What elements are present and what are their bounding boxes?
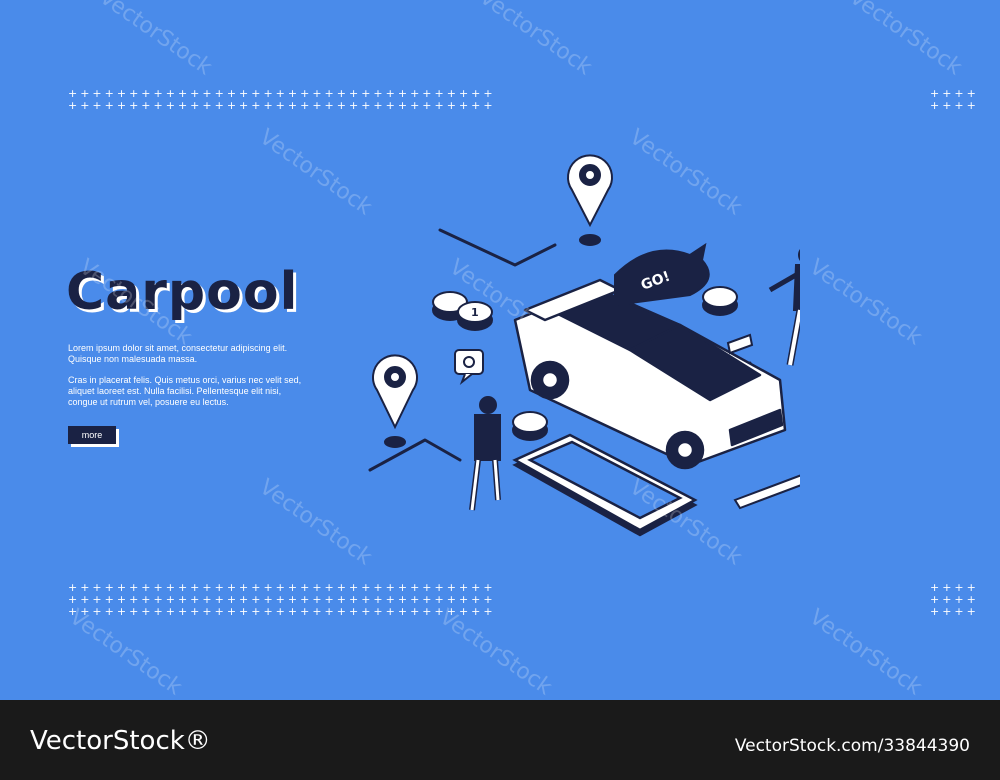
car-icon xyxy=(513,278,787,470)
svg-text:1: 1 xyxy=(471,306,479,319)
dots-bottom-left: +++++++++++++++++++++++++++++++++++ +++++… xyxy=(68,581,496,618)
map-pin-icon-left xyxy=(372,354,418,448)
dots-top-left: +++++++++++++++++++++++++++++++++++ +++++… xyxy=(68,87,496,112)
landing-page: +++++++++++++++++++++++++++++++++++ +++++… xyxy=(0,0,1000,780)
route-path-left xyxy=(368,438,462,472)
dots-bottom-right: ++++ ++++ ++++ xyxy=(930,581,979,618)
go-speech-bubble: GO! xyxy=(614,242,710,307)
watermark: VectorStock xyxy=(64,604,187,701)
footer-image-id: VectorStock.com/33844390 xyxy=(734,736,970,756)
watermark: VectorStock xyxy=(474,0,597,81)
map-pin-icon-top xyxy=(567,154,613,246)
watermark: VectorStock xyxy=(804,604,927,701)
watermark: VectorStock xyxy=(434,604,557,701)
passenger-figure-right xyxy=(768,249,800,366)
footer-bar: VectorStock® VectorStock.com/33844390 xyxy=(0,700,1000,780)
watermark: VectorStock xyxy=(844,0,967,81)
passenger-figure-left xyxy=(469,396,501,511)
watermark: VectorStock xyxy=(94,0,217,81)
dots-top-right: ++++ ++++ xyxy=(930,87,979,112)
watermark: VectorStock xyxy=(804,254,927,351)
footer-logo: VectorStock® xyxy=(30,726,211,756)
more-button[interactable]: more xyxy=(68,426,116,444)
intro-paragraph: Lorem ipsum dolor sit amet, consectetur … xyxy=(68,343,288,364)
body-paragraph: Cras in placerat felis. Quis metus orci,… xyxy=(68,375,302,407)
